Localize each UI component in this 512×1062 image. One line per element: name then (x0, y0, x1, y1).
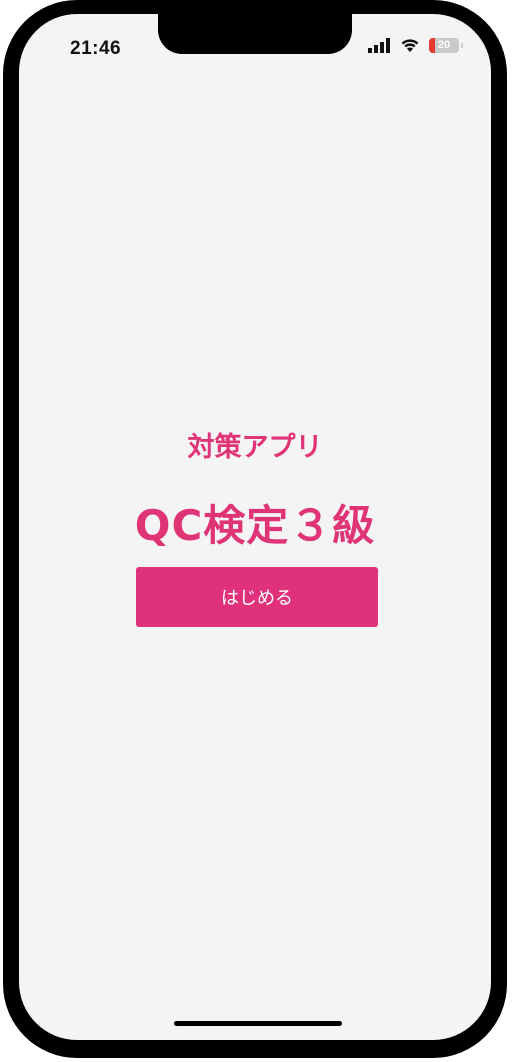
signal-icon (368, 38, 390, 53)
battery-icon: 20 (429, 38, 459, 53)
volume-down-button (3, 292, 9, 358)
home-indicator[interactable] (174, 1021, 342, 1026)
start-button[interactable]: はじめる (136, 567, 378, 627)
status-time: 21:46 (70, 38, 122, 59)
battery-cap (461, 43, 463, 48)
screen: 21:46 20 対策アプリ QC検定３級 はじめる (19, 14, 491, 1040)
notch (158, 14, 352, 54)
volume-up-button (3, 204, 9, 270)
app-title: QC検定３級 (134, 501, 376, 550)
wifi-icon (401, 39, 419, 52)
power-button (501, 232, 507, 344)
battery-percent: 20 (437, 39, 451, 51)
mute-switch (3, 132, 9, 168)
app-subtitle: 対策アプリ (187, 432, 323, 463)
phone-frame: 21:46 20 対策アプリ QC検定３級 はじめる (3, 0, 507, 1058)
